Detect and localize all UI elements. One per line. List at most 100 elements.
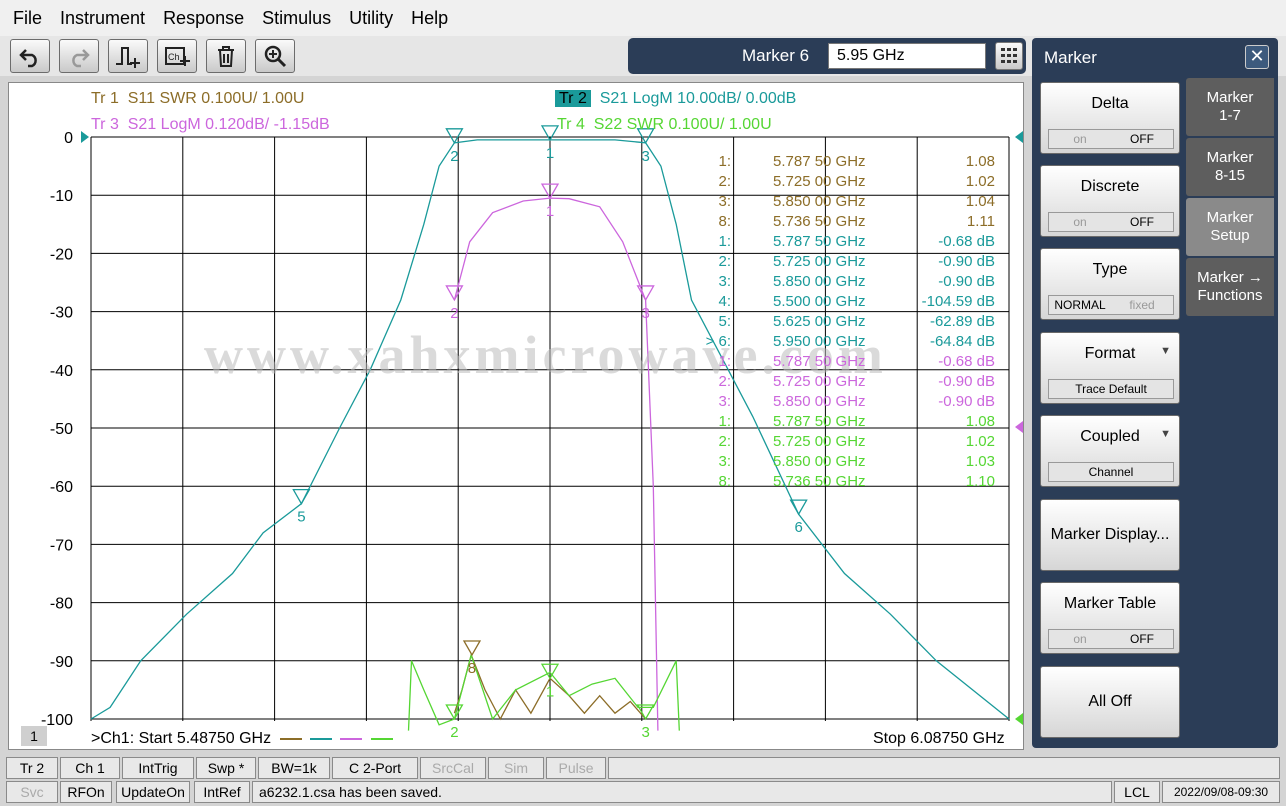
marker-row-index: 1:	[718, 353, 731, 370]
legend-swatch-tr2	[310, 737, 333, 740]
channel-badge[interactable]: 1	[21, 726, 47, 746]
marker-frequency-input[interactable]: 5.95 GHz	[828, 43, 986, 69]
discrete-label: Discrete	[1080, 178, 1140, 195]
status-spare	[608, 757, 1280, 779]
marker-table-toggle[interactable]: on OFF	[1048, 629, 1174, 649]
channel-add-icon: Ch	[165, 47, 190, 66]
status-sweep[interactable]: Swp *	[196, 757, 256, 779]
trace-label-tr2[interactable]: Tr 2 S21 LogM 10.00dB/ 0.00dB	[555, 90, 796, 108]
menu-stimulus[interactable]: Stimulus	[253, 0, 340, 36]
trace-label-tr4[interactable]: Tr 4 S22 SWR 0.100U/ 1.00U	[557, 116, 772, 134]
trash-icon	[218, 46, 234, 67]
marker-row-frequency: 5.736 50 GHz	[773, 473, 866, 490]
marker-number: 6	[794, 519, 802, 536]
y-tick-label: -50	[50, 421, 73, 438]
menu-utility[interactable]: Utility	[340, 0, 402, 36]
tab-marker-1-7[interactable]: Marker 1-7	[1186, 78, 1274, 136]
reference-arrow-right	[1015, 131, 1023, 143]
y-tick-label: -10	[50, 188, 73, 205]
marker-table-button[interactable]: Marker Table on OFF	[1040, 582, 1180, 654]
type-toggle[interactable]: NORMAL fixed	[1048, 295, 1174, 315]
type-normal: NORMAL	[1054, 298, 1106, 312]
y-tick-labels: 0-10-20-30-40-50-60-70-80-90-100	[41, 130, 73, 729]
keypad-icon	[1001, 48, 1017, 63]
marker-row-index: 3:	[718, 193, 731, 210]
trace-desc: S21 LogM 0.120dB/ -1.15dB	[127, 116, 330, 133]
status-srccal[interactable]: SrcCal	[420, 757, 486, 779]
redo-button[interactable]	[59, 39, 99, 73]
status-intref[interactable]: IntRef	[194, 781, 250, 803]
undo-button[interactable]	[10, 39, 50, 73]
marker-number: 2	[450, 724, 458, 741]
trace-label-tr3[interactable]: Tr 3 S21 LogM 0.120dB/ -1.15dB	[91, 116, 330, 134]
marker-row-index: 3:	[718, 453, 731, 470]
status-active-trace[interactable]: Tr 2	[6, 757, 58, 779]
marker-row-frequency: 5.787 50 GHz	[773, 153, 866, 170]
menu-file[interactable]: File	[4, 0, 51, 36]
status-pulse[interactable]: Pulse	[546, 757, 606, 779]
zoom-in-icon	[264, 45, 287, 68]
toggle-on: on	[1073, 132, 1087, 146]
tab-line1: Marker →	[1197, 269, 1263, 286]
menu-response[interactable]: Response	[154, 0, 253, 36]
status-bandwidth[interactable]: BW=1k	[258, 757, 330, 779]
tab-marker-8-15[interactable]: Marker 8-15	[1186, 138, 1274, 196]
status-channel[interactable]: Ch 1	[60, 757, 120, 779]
close-icon[interactable]: ✕	[1245, 45, 1269, 69]
marker-row-value: 1.08	[966, 413, 995, 430]
stop-frequency-label: Stop 6.08750 GHz	[873, 730, 1005, 747]
status-svc[interactable]: Svc	[6, 781, 58, 803]
marker-row-value: -64.84 dB	[930, 333, 995, 350]
marker-row-value: -62.89 dB	[930, 313, 995, 330]
tab-marker-setup[interactable]: Marker Setup	[1186, 198, 1274, 256]
chevron-down-icon: ▼	[1160, 345, 1171, 357]
menu-help[interactable]: Help	[402, 0, 457, 36]
add-marker-button[interactable]	[108, 39, 148, 73]
marker-entry-toolbar: Marker 6 5.95 GHz	[628, 38, 1026, 74]
marker-row-frequency: 5.625 00 GHz	[773, 313, 866, 330]
toggle-off: OFF	[1130, 632, 1154, 646]
status-updateon[interactable]: UpdateOn	[116, 781, 190, 803]
tab-marker-functions[interactable]: Marker → Functions	[1186, 258, 1274, 316]
reference-arrow-left	[81, 131, 89, 143]
marker-row-index: 2:	[718, 373, 731, 390]
marker-table: 1: 5.787 50 GHz 1.08 2: 5.725 00 GHz 1.02 3: 5.…	[706, 153, 995, 490]
trace-label-tr1[interactable]: Tr 1 S11 SWR 0.100U/ 1.00U	[91, 90, 304, 108]
reference-arrow-tr4	[1015, 713, 1023, 725]
delta-toggle[interactable]: on OFF	[1048, 129, 1174, 149]
legend-swatch-tr3	[340, 737, 363, 740]
trace-id: Tr 4	[557, 116, 585, 133]
marker-row-index: 1:	[718, 153, 731, 170]
coupled-button[interactable]: Coupled ▼ Channel	[1040, 415, 1180, 487]
coupled-value: Channel	[1048, 462, 1174, 482]
reference-arrow-tr3	[1015, 421, 1023, 433]
type-button[interactable]: Type NORMAL fixed	[1040, 248, 1180, 320]
chart-window[interactable]: 0 -10 -20 -30 -40 -50 -60 -70 -80 -90 -100 2131235…	[8, 82, 1024, 750]
trace-id: Tr 3	[91, 116, 119, 133]
legend-swatch-tr1	[279, 737, 302, 740]
add-channel-button[interactable]: Ch	[157, 39, 197, 73]
delta-button[interactable]: Delta on OFF	[1040, 82, 1180, 154]
delete-button[interactable]	[206, 39, 246, 73]
chart-canvas[interactable]: 0-10-20-30-40-50-60-70-80-90-100 2 1 312 35…	[9, 83, 1023, 749]
discrete-button[interactable]: Discrete on OFF	[1040, 165, 1180, 237]
trace-id: Tr 1	[91, 90, 119, 107]
menu-instrument[interactable]: Instrument	[51, 0, 154, 36]
tab-line1: Marker	[1206, 149, 1254, 166]
marker-display-button[interactable]: Marker Display...	[1040, 499, 1180, 571]
status-trigger[interactable]: IntTrig	[122, 757, 194, 779]
svg-text:Ch: Ch	[168, 52, 180, 62]
discrete-toggle[interactable]: on OFF	[1048, 212, 1174, 232]
zoom-button[interactable]	[255, 39, 295, 73]
keypad-button[interactable]	[995, 42, 1023, 70]
format-button[interactable]: Format ▼ Trace Default	[1040, 332, 1180, 404]
y-tick-label: -30	[50, 305, 73, 322]
status-lcl[interactable]: LCL	[1114, 781, 1160, 803]
status-rfon[interactable]: RFOn	[60, 781, 112, 803]
tab-line2: 1-7	[1219, 107, 1241, 124]
all-off-button[interactable]: All Off	[1040, 666, 1180, 738]
status-sim[interactable]: Sim	[488, 757, 544, 779]
marker-number: 1	[546, 145, 554, 162]
trace-id-active: Tr 2	[555, 90, 591, 107]
status-calibration[interactable]: C 2-Port	[332, 757, 418, 779]
